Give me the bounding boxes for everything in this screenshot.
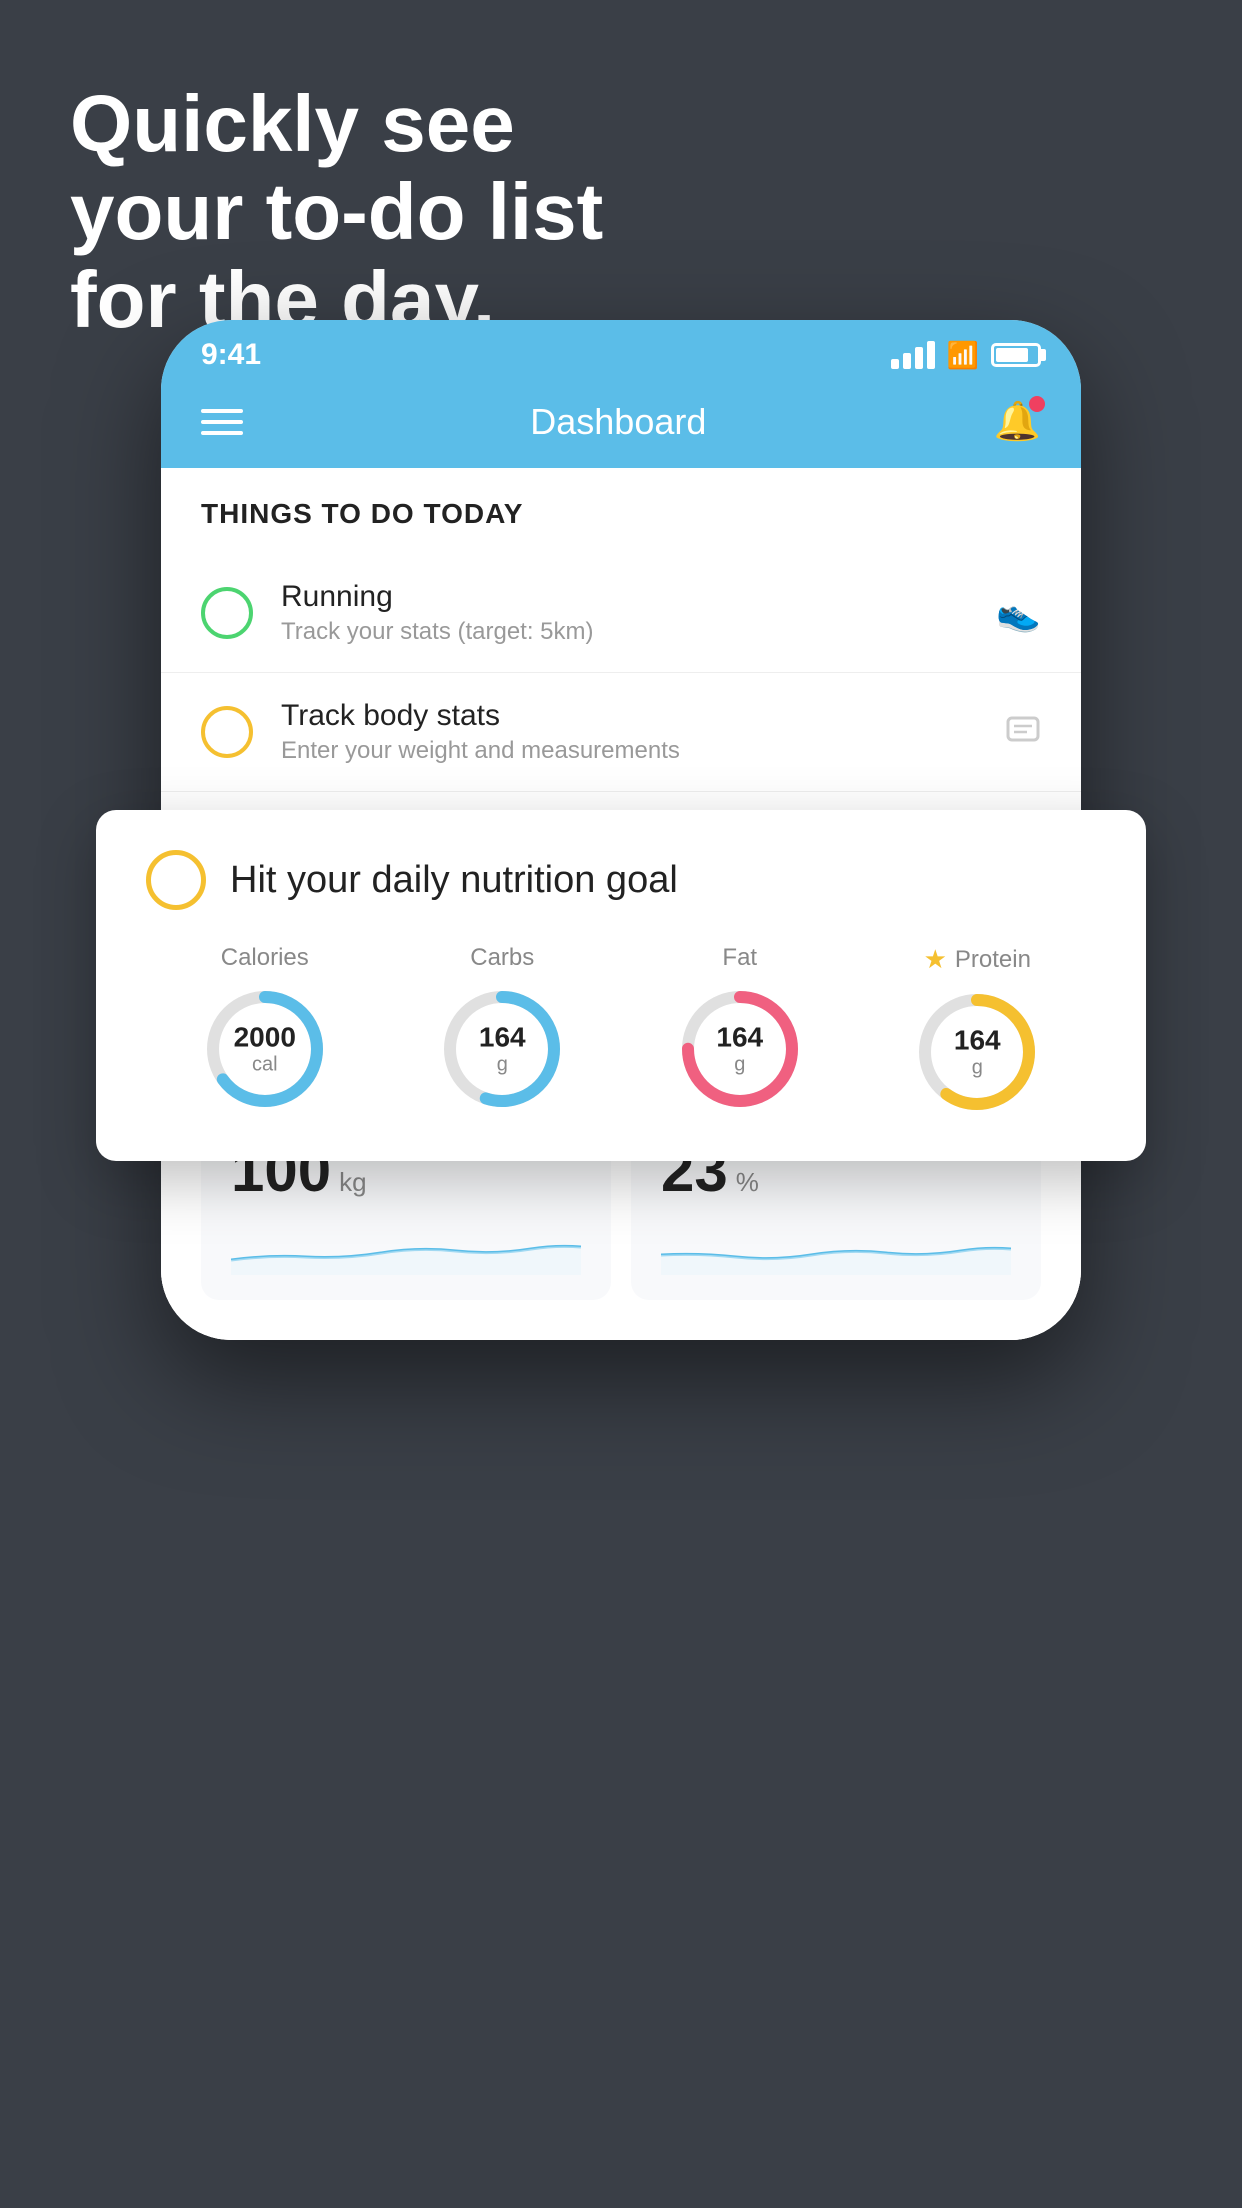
- scale-icon: [1005, 710, 1041, 755]
- carbs-value: 164: [479, 1022, 526, 1054]
- carbs-donut: 164 g: [437, 984, 567, 1114]
- carbs-unit: g: [497, 1054, 508, 1076]
- nav-title: Dashboard: [530, 401, 706, 443]
- protein-item: ★ Protein 164 g: [912, 944, 1042, 1117]
- signal-icon: [891, 341, 935, 369]
- body-fat-unit: %: [736, 1167, 759, 1198]
- calories-label: Calories: [221, 944, 309, 972]
- todo-text-running: Running Track your stats (target: 5km): [281, 580, 968, 646]
- nutrition-checkbox[interactable]: [146, 850, 206, 910]
- nutrition-card-title: Hit your daily nutrition goal: [230, 859, 678, 902]
- notification-bell-icon[interactable]: 🔔: [994, 400, 1041, 444]
- calories-value: 2000: [234, 1022, 296, 1054]
- calories-item: Calories 2000 cal: [200, 944, 330, 1114]
- todo-item-running[interactable]: Running Track your stats (target: 5km) 👟: [161, 554, 1081, 673]
- todo-checkbox-running[interactable]: [201, 587, 253, 639]
- carbs-item: Carbs 164 g: [437, 944, 567, 1114]
- nutrition-row: Calories 2000 cal Carbs: [146, 944, 1096, 1117]
- fat-item: Fat 164 g: [675, 944, 805, 1114]
- status-icons: 📶: [891, 340, 1041, 371]
- status-bar: 9:41 📶: [161, 320, 1081, 382]
- fat-donut: 164 g: [675, 984, 805, 1114]
- card-header: Hit your daily nutrition goal: [146, 850, 1096, 910]
- notification-dot: [1029, 396, 1045, 412]
- protein-unit: g: [972, 1057, 983, 1079]
- fat-unit: g: [734, 1054, 745, 1076]
- body-weight-unit: kg: [339, 1167, 366, 1198]
- fat-value: 164: [716, 1022, 763, 1054]
- todo-checkbox-body-stats[interactable]: [201, 706, 253, 758]
- protein-value: 164: [954, 1025, 1001, 1057]
- todo-text-body-stats: Track body stats Enter your weight and m…: [281, 699, 977, 765]
- nutrition-floating-card: Hit your daily nutrition goal Calories 2…: [96, 810, 1146, 1161]
- calories-unit: cal: [252, 1054, 278, 1076]
- calories-donut: 2000 cal: [200, 984, 330, 1114]
- body-fat-chart: [661, 1225, 1011, 1275]
- hamburger-menu[interactable]: [201, 409, 243, 435]
- protein-label: ★ Protein: [924, 944, 1031, 975]
- fat-label: Fat: [722, 944, 757, 972]
- protein-donut: 164 g: [912, 987, 1042, 1117]
- nav-bar: Dashboard 🔔: [161, 382, 1081, 468]
- hero-text: Quickly see your to-do list for the day.: [70, 80, 603, 344]
- status-time: 9:41: [201, 338, 261, 372]
- todo-item-body-stats[interactable]: Track body stats Enter your weight and m…: [161, 673, 1081, 792]
- battery-icon: [991, 343, 1041, 367]
- body-weight-chart: [231, 1225, 581, 1275]
- running-icon: 👟: [996, 592, 1041, 634]
- carbs-label: Carbs: [470, 944, 534, 972]
- things-today-title: THINGS TO DO TODAY: [161, 498, 1081, 554]
- star-icon: ★: [924, 944, 947, 975]
- wifi-icon: 📶: [947, 340, 979, 371]
